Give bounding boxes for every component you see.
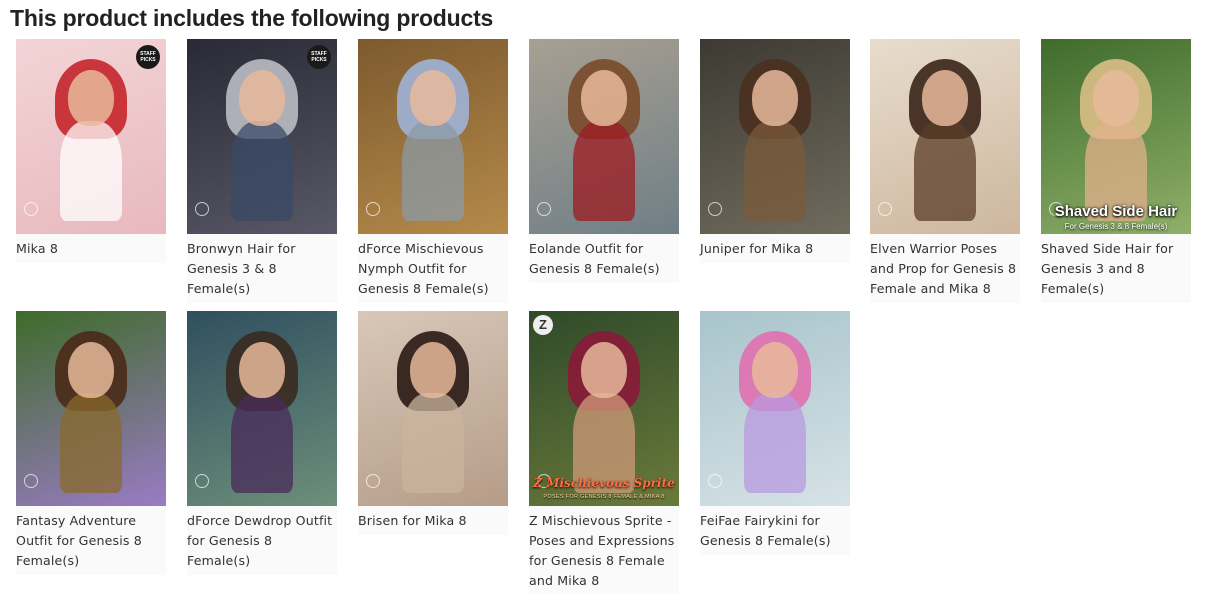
thumbnail-figure-shape (231, 392, 293, 493)
thumbnail-figure-shape (402, 392, 464, 493)
daz-logo-icon (195, 202, 209, 216)
thumbnail-face-shape (1093, 70, 1139, 127)
product-card[interactable]: Elven Warrior Poses and Prop for Genesis… (870, 39, 1020, 303)
thumbnail-face-shape (581, 342, 627, 399)
thumbnail-figure-shape (744, 392, 806, 493)
thumbnail-face-shape (239, 342, 285, 399)
thumbnail-face-shape (410, 70, 456, 127)
product-card[interactable]: Juniper for Mika 8 (700, 39, 850, 263)
product-title-link[interactable]: Mika 8 (16, 234, 166, 263)
product-title-link[interactable]: Juniper for Mika 8 (700, 234, 850, 263)
product-title-link[interactable]: Fantasy Adventure Outfit for Genesis 8 F… (16, 506, 166, 575)
product-thumbnail[interactable] (529, 39, 679, 234)
product-title-link[interactable]: Bronwyn Hair for Genesis 3 & 8 Female(s) (187, 234, 337, 303)
product-thumbnail[interactable] (16, 311, 166, 506)
product-title-link[interactable]: dForce Mischievous Nymph Outfit for Gene… (358, 234, 508, 303)
product-title-link[interactable]: dForce Dewdrop Outfit for Genesis 8 Fema… (187, 506, 337, 575)
product-thumbnail[interactable]: Shaved Side Hair For Genesis 3 & 8 Female… (1041, 39, 1191, 234)
staff-picks-badge: STAFF PICKS (307, 45, 331, 69)
product-thumbnail[interactable]: STAFF PICKS (187, 39, 337, 234)
thumbnail-figure-shape (573, 120, 635, 221)
daz-logo-icon (24, 474, 38, 488)
product-title-link[interactable]: FeiFae Fairykini for Genesis 8 Female(s) (700, 506, 850, 555)
product-card[interactable]: FeiFae Fairykini for Genesis 8 Female(s) (700, 311, 850, 555)
thumbnail-overlay-title: Shaved Side Hair (1054, 203, 1178, 220)
product-card[interactable]: Eolande Outfit for Genesis 8 Female(s) (529, 39, 679, 283)
thumbnail-face-shape (410, 342, 456, 399)
section-heading: This product includes the following prod… (10, 5, 494, 31)
thumbnail-face-shape (752, 70, 798, 127)
thumbnail-face-shape (68, 342, 114, 399)
daz-logo-icon (24, 202, 38, 216)
staff-picks-badge: STAFF PICKS (136, 45, 160, 69)
daz-logo-icon (878, 202, 892, 216)
product-title-link[interactable]: Eolande Outfit for Genesis 8 Female(s) (529, 234, 679, 283)
thumbnail-face-shape (239, 70, 285, 127)
product-card[interactable]: Shaved Side Hair For Genesis 3 & 8 Female… (1041, 39, 1191, 303)
thumbnail-face-shape (752, 342, 798, 399)
product-thumbnail[interactable] (870, 39, 1020, 234)
thumbnail-overlay-title: Z Mischievous Sprite (533, 476, 675, 490)
daz-logo-icon (366, 202, 380, 216)
product-card[interactable]: dForce Dewdrop Outfit for Genesis 8 Fema… (187, 311, 337, 575)
thumbnail-face-shape (922, 70, 968, 127)
product-thumbnail[interactable] (358, 39, 508, 234)
daz-logo-icon (195, 474, 209, 488)
product-title-link[interactable]: Elven Warrior Poses and Prop for Genesis… (870, 234, 1020, 303)
product-thumbnail[interactable] (187, 311, 337, 506)
daz-logo-icon (708, 202, 722, 216)
product-thumbnail[interactable] (700, 311, 850, 506)
thumbnail-figure-shape (60, 392, 122, 493)
thumbnail-figure-shape (914, 120, 976, 221)
product-card[interactable]: Brisen for Mika 8 (358, 311, 508, 535)
z-brand-logo-icon: Z (533, 315, 553, 335)
thumbnail-figure-shape (231, 120, 293, 221)
product-title-link[interactable]: Brisen for Mika 8 (358, 506, 508, 535)
daz-logo-icon (708, 474, 722, 488)
thumbnail-overlay-subtitle: For Genesis 3 & 8 Female(s) (1064, 222, 1168, 231)
product-thumbnail[interactable]: STAFF PICKS (16, 39, 166, 234)
product-card[interactable]: dForce Mischievous Nymph Outfit for Gene… (358, 39, 508, 303)
product-card[interactable]: Fantasy Adventure Outfit for Genesis 8 F… (16, 311, 166, 575)
product-thumbnail[interactable] (358, 311, 508, 506)
product-card[interactable]: STAFF PICKS Bronwyn Hair for Genesis 3 &… (187, 39, 337, 303)
product-title-link[interactable]: Z Mischievous Sprite - Poses and Express… (529, 506, 679, 594)
product-thumbnail[interactable]: Z Z Mischievous Sprite POSES FOR GENESIS 8… (529, 311, 679, 506)
thumbnail-figure-shape (402, 120, 464, 221)
daz-logo-icon (366, 474, 380, 488)
product-thumbnail[interactable] (700, 39, 850, 234)
thumbnail-figure-shape (60, 120, 122, 221)
product-bundle-page: This product includes the following prod… (0, 0, 1207, 594)
thumbnail-face-shape (68, 70, 114, 127)
product-card[interactable]: STAFF PICKS Mika 8 (16, 39, 166, 263)
daz-logo-icon (537, 202, 551, 216)
product-card[interactable]: Z Z Mischievous Sprite POSES FOR GENESIS 8… (529, 311, 679, 594)
thumbnail-figure-shape (744, 120, 806, 221)
product-title-link[interactable]: Shaved Side Hair for Genesis 3 and 8 Fem… (1041, 234, 1191, 303)
thumbnail-overlay-subtitle: POSES FOR GENESIS 8 FEMALE & MIKA 8 (543, 494, 665, 500)
thumbnail-face-shape (581, 70, 627, 127)
